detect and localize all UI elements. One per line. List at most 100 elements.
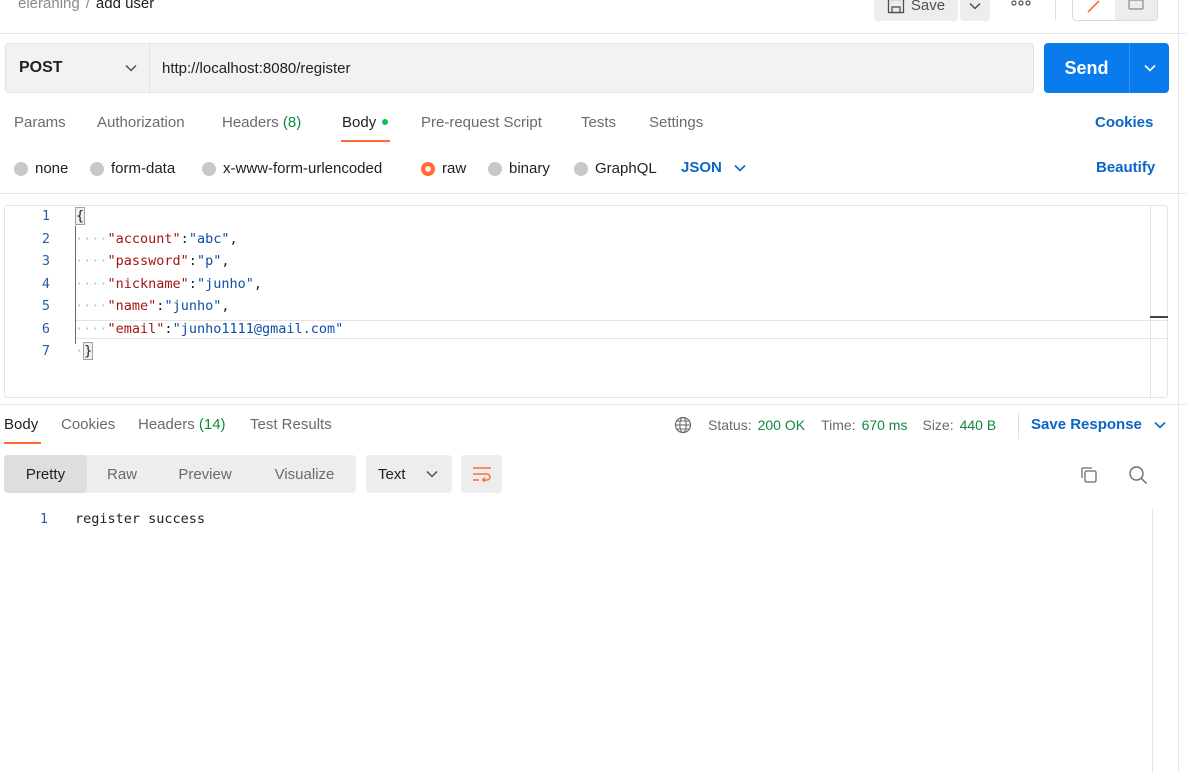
- time-value[interactable]: 670 ms: [862, 417, 908, 433]
- search-icon[interactable]: [1128, 465, 1148, 485]
- method-select[interactable]: POST: [5, 43, 149, 93]
- radio-indicator: [14, 161, 28, 176]
- tab-settings[interactable]: Settings: [649, 114, 703, 131]
- breadcrumb-request-name[interactable]: add user: [96, 0, 154, 12]
- toolbar-divider: [1055, 0, 1056, 20]
- response-line-number: 1: [39, 511, 48, 527]
- response-tab-headers[interactable]: Headers (14): [138, 416, 226, 433]
- tab-tests[interactable]: Tests: [581, 114, 616, 131]
- cookies-link[interactable]: Cookies: [1095, 114, 1153, 131]
- radio-binary[interactable]: binary: [488, 160, 550, 177]
- save-button-label: Save: [910, 0, 946, 14]
- size-value[interactable]: 440 B: [960, 417, 997, 433]
- radio-raw-label: raw: [442, 160, 467, 177]
- view-mode-toggle: [1072, 0, 1158, 21]
- breadcrumb-workspace[interactable]: eleraning: [18, 0, 80, 12]
- editor-scrollbar-thumb[interactable]: [1150, 316, 1168, 318]
- response-tab-headers-count: (14): [198, 416, 226, 433]
- save-button[interactable]: Save: [874, 0, 958, 21]
- beautify-button[interactable]: Beautify: [1096, 159, 1155, 176]
- code-line: ····"account":"abc",: [75, 231, 238, 247]
- json-key: "password": [107, 253, 189, 269]
- response-scrollbar-track[interactable]: [1152, 509, 1153, 772]
- response-body-text: register success: [75, 511, 206, 527]
- view-visualize[interactable]: Visualize: [253, 455, 356, 493]
- json-key: "nickname": [107, 276, 189, 292]
- body-format-value: JSON: [681, 159, 722, 176]
- radio-graphql-label: GraphQL: [595, 160, 657, 177]
- time-label: Time:: [821, 417, 856, 433]
- chevron-down-icon: [1154, 421, 1166, 429]
- active-tab-indicator: [4, 442, 41, 444]
- window-edge: [1178, 0, 1179, 772]
- line-number: 2: [41, 231, 50, 247]
- radio-binary-label: binary: [509, 160, 550, 177]
- tab-authorization[interactable]: Authorization: [97, 114, 185, 131]
- active-tab-indicator: [341, 140, 390, 142]
- more-options-icon[interactable]: [1010, 0, 1032, 8]
- line-number: 1: [41, 208, 50, 224]
- tab-body-label: Body: [342, 114, 377, 131]
- radio-raw[interactable]: raw: [421, 160, 466, 177]
- json-key: "account": [107, 231, 181, 247]
- json-key: "name": [107, 298, 157, 314]
- code-line: ····"password":"p",: [75, 253, 230, 269]
- radio-none-label: none: [35, 160, 69, 177]
- response-tab-test-results[interactable]: Test Results: [250, 416, 332, 433]
- comment-icon: [1128, 0, 1144, 10]
- save-options-button[interactable]: [960, 0, 990, 21]
- save-response-button[interactable]: Save Response: [1031, 416, 1166, 433]
- radio-indicator: [90, 161, 104, 176]
- tab-headers-label: Headers: [222, 114, 279, 131]
- radio-none[interactable]: none: [14, 160, 68, 177]
- view-pretty[interactable]: Pretty: [4, 455, 87, 493]
- line-number: 4: [41, 276, 50, 292]
- radio-indicator: [488, 161, 502, 176]
- radio-indicator: [202, 161, 216, 176]
- pencil-icon: [1087, 0, 1100, 13]
- tab-body[interactable]: Body: [342, 114, 389, 131]
- radio-urlencoded[interactable]: x-www-form-urlencoded: [202, 160, 382, 177]
- url-input[interactable]: http://localhost:8080/register: [149, 43, 1034, 93]
- json-value: "abc": [188, 231, 230, 247]
- response-tab-cookies[interactable]: Cookies: [61, 416, 115, 433]
- response-status-bar: Status: 200 OK Time: 670 ms Size: 440 B: [674, 416, 996, 434]
- response-format-select[interactable]: Text: [366, 455, 452, 493]
- wrap-lines-button[interactable]: [461, 455, 502, 493]
- line-number: 5: [41, 298, 50, 314]
- line-number: 7: [41, 343, 50, 359]
- code-line: ····"nickname":"junho",: [75, 276, 262, 292]
- comments-mode-button[interactable]: [1115, 0, 1157, 20]
- copy-icon[interactable]: [1079, 465, 1099, 485]
- edit-mode-button[interactable]: [1073, 0, 1115, 20]
- body-format-select[interactable]: JSON: [681, 159, 746, 176]
- json-value: "junho": [164, 298, 222, 314]
- save-icon: [887, 0, 905, 13]
- tab-headers[interactable]: Headers (8): [222, 114, 301, 131]
- chevron-down-icon: [125, 64, 137, 72]
- view-preview[interactable]: Preview: [157, 455, 253, 493]
- response-format-value: Text: [378, 465, 406, 483]
- chevron-down-icon: [969, 2, 981, 10]
- code-line: ····"name":"junho",: [75, 298, 230, 314]
- status-label: Status:: [708, 417, 752, 433]
- code-line: {: [75, 207, 86, 225]
- save-response-label: Save Response: [1031, 416, 1142, 433]
- send-button[interactable]: Send: [1044, 43, 1129, 93]
- send-options-button[interactable]: [1129, 43, 1169, 93]
- tab-params[interactable]: Params: [14, 114, 66, 131]
- pane-divider[interactable]: [0, 404, 1187, 405]
- method-value: POST: [19, 59, 63, 76]
- response-tab-body[interactable]: Body: [4, 416, 38, 433]
- editor-scrollbar-track[interactable]: [1150, 205, 1151, 398]
- globe-icon[interactable]: [674, 416, 692, 434]
- url-value: http://localhost:8080/register: [162, 59, 351, 77]
- radio-graphql[interactable]: GraphQL: [574, 160, 657, 177]
- tab-prerequest-script[interactable]: Pre-request Script: [421, 114, 542, 131]
- status-value[interactable]: 200 OK: [758, 417, 805, 433]
- json-key: "email": [107, 321, 165, 337]
- view-raw[interactable]: Raw: [87, 455, 157, 493]
- wrap-lines-icon: [472, 467, 491, 482]
- breadcrumb: eleraning / add user: [18, 0, 154, 12]
- radio-form-data[interactable]: form-data: [90, 160, 175, 177]
